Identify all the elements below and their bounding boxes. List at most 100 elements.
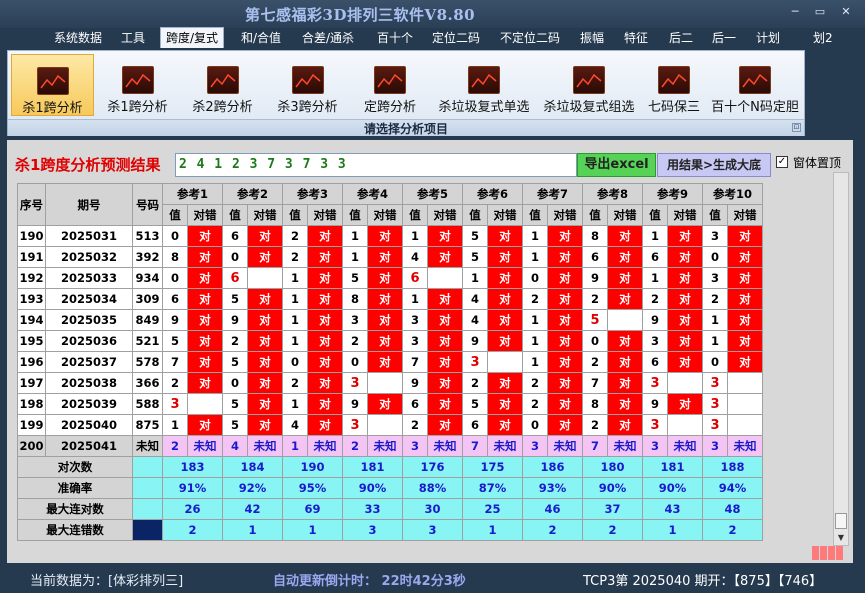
header-result: 对错 (667, 204, 703, 226)
minimize-icon[interactable]: ─ (787, 5, 803, 19)
ribbon-button-label: 杀2跨分析 (192, 100, 253, 115)
menu-tools[interactable]: 工具 (121, 29, 145, 46)
ribbon-button-fixed-span[interactable]: 定跨分析 (351, 54, 429, 116)
table-row[interactable]: 191 2025032 392 8 对 0 对 2 对 1 对 4 对 5 对 1 对 6 对 6 对 0 对 (17, 246, 763, 268)
pin-window-checkbox[interactable]: ✓ (776, 156, 788, 168)
ref-result (247, 267, 283, 289)
ref-result: 对 (187, 267, 223, 289)
vertical-scrollbar[interactable]: ▼ (833, 172, 849, 546)
menu-diff-kill[interactable]: 合差/通杀 (302, 29, 354, 46)
table-row[interactable]: 190 2025031 513 0 对 6 对 2 对 1 对 1 对 5 对 1 对 8 对 1 对 3 对 (17, 225, 763, 247)
ribbon-button-label: 定跨分析 (363, 100, 416, 115)
ribbon-button-kill1-span-active[interactable]: 杀1跨分析 (11, 54, 94, 116)
ref-value: 0 (162, 267, 188, 289)
menu-unfixed-two[interactable]: 不定位二码 (500, 29, 560, 46)
table-row[interactable]: 199 2025040 875 1 对 5 对 4 对 3 2 对 6 对 0 对 2 对 3 3 (17, 414, 763, 436)
row-number: 578 (132, 351, 163, 373)
prediction-row[interactable]: 200 2025041 未知 2 未知 4 未知 1 未知 2 未知 3 未知 7 未知 3 未知 7 未知 3 未知 3… (17, 435, 763, 457)
ref-result: 对 (607, 288, 643, 310)
ref-result: 对 (427, 414, 463, 436)
table-row[interactable]: 195 2025036 521 5 对 2 对 1 对 2 对 3 对 9 对 1 对 0 对 3 对 1 对 (17, 330, 763, 352)
maximize-icon[interactable]: ▭ (812, 5, 828, 19)
stats-label: 最大连对数 (17, 498, 133, 520)
expand-icon[interactable]: ⊡ (792, 123, 801, 132)
ref-result: 对 (727, 351, 763, 373)
export-excel-button[interactable]: 导出excel (577, 153, 656, 177)
table-row[interactable]: 196 2025037 578 7 对 5 对 0 对 0 对 7 对 3 1 对 2 对 6 对 0 对 (17, 351, 763, 373)
ref-value: 1 (522, 309, 548, 331)
ref-value: 8 (582, 393, 608, 415)
scroll-down-icon[interactable]: ▼ (835, 532, 847, 544)
ribbon-button-kill-junk-single[interactable]: 杀垃圾复式单选 (431, 54, 537, 116)
stats-blank (132, 519, 163, 541)
menu-fixed-two[interactable]: 定位二码 (432, 29, 480, 46)
stats-value: 184 (222, 456, 283, 478)
ref-value: 1 (282, 435, 308, 457)
ref-value: 2 (282, 225, 308, 247)
menu-hundreds[interactable]: 百十个 (377, 29, 413, 46)
ref-result: 未知 (307, 435, 343, 457)
ref-result: 对 (247, 330, 283, 352)
ref-value: 3 (642, 330, 668, 352)
menu-span-combo[interactable]: 跨度/复式 (160, 27, 225, 48)
ref-result: 对 (427, 309, 463, 331)
menu-plan[interactable]: 计划 (756, 29, 780, 46)
ref-result: 对 (487, 309, 523, 331)
table-row[interactable]: 197 2025038 366 2 对 0 对 2 对 3 9 对 2 对 2 对 7 对 3 3 (17, 372, 763, 394)
ribbon-button-n-code-dan[interactable]: 百十个N码定胆 (709, 54, 801, 116)
ref-result: 对 (187, 225, 223, 247)
scrollbar-thumb[interactable] (835, 513, 847, 529)
ref-value: 2 (162, 372, 188, 394)
table-row[interactable]: 193 2025034 309 6 对 5 对 1 对 8 对 1 对 4 对 2 对 2 对 2 对 2 对 (17, 288, 763, 310)
menu-sum[interactable]: 和/合值 (241, 29, 281, 46)
menu-amplitude[interactable]: 振幅 (580, 29, 604, 46)
stats-value: 88% (402, 477, 463, 499)
ribbon-button-kill3-span[interactable]: 杀3跨分析 (266, 54, 349, 116)
ribbon-button-seven-code[interactable]: 七码保三 (641, 54, 707, 116)
ref-value: 3 (642, 435, 668, 457)
generate-base-button[interactable]: 用结果>生成大底 (657, 153, 771, 177)
ref-result: 对 (247, 372, 283, 394)
ribbon-button-kill2-span[interactable]: 杀2跨分析 (181, 54, 264, 116)
ref-value: 7 (582, 435, 608, 457)
ref-result: 未知 (247, 435, 283, 457)
ribbon-button-kill1-span[interactable]: 杀1跨分析 (96, 54, 179, 116)
table-row[interactable]: 198 2025039 588 3 5 对 1 对 9 对 6 对 5 对 2 对 8 对 9 对 3 (17, 393, 763, 415)
stats-value: 180 (582, 456, 643, 478)
row-number: 588 (132, 393, 163, 415)
menu-plan2[interactable]: 划2 (813, 29, 833, 46)
stats-label: 准确率 (17, 477, 133, 499)
row-index: 198 (17, 393, 46, 415)
menu-feature[interactable]: 特征 (624, 29, 648, 46)
stats-value: 2 (702, 519, 763, 541)
stats-value: 186 (522, 456, 583, 478)
ref-value: 3 (342, 372, 368, 394)
ref-result: 对 (367, 393, 403, 415)
table-row[interactable]: 194 2025035 849 9 对 9 对 1 对 3 对 3 对 4 对 1 对 5 9 对 1 对 (17, 309, 763, 331)
ref-value: 8 (342, 288, 368, 310)
ribbon-button-label: 杀1跨分析 (22, 101, 83, 116)
ref-result: 对 (547, 225, 583, 247)
header-issue: 期号 (45, 183, 133, 226)
ref-value: 8 (162, 246, 188, 268)
table-row[interactable]: 192 2025033 934 0 对 6 1 对 5 对 6 1 对 0 对 9 对 1 对 3 对 (17, 267, 763, 289)
ribbon-button-kill-junk-group[interactable]: 杀垃圾复式组选 (539, 54, 639, 116)
menu-last-two[interactable]: 后二 (669, 29, 693, 46)
ref-value: 3 (402, 435, 428, 457)
ref-value: 6 (462, 414, 488, 436)
stats-value: 1 (462, 519, 523, 541)
ref-value: 3 (702, 225, 728, 247)
ref-result: 对 (367, 288, 403, 310)
menu-last-one[interactable]: 后一 (712, 29, 736, 46)
close-icon[interactable]: ✕ (838, 5, 854, 19)
menu-system-data[interactable]: 系统数据 (54, 29, 102, 46)
stats-value: 3 (342, 519, 403, 541)
ref-result: 对 (547, 351, 583, 373)
ref-value: 2 (342, 330, 368, 352)
ref-result: 对 (367, 309, 403, 331)
ref-result: 对 (247, 288, 283, 310)
ribbon-button-label: 七码保三 (647, 100, 700, 115)
ref-result (367, 414, 403, 436)
prediction-result-field[interactable]: 2 4 1 2 3 7 3 7 3 3 (175, 153, 577, 177)
ref-result: 对 (307, 288, 343, 310)
